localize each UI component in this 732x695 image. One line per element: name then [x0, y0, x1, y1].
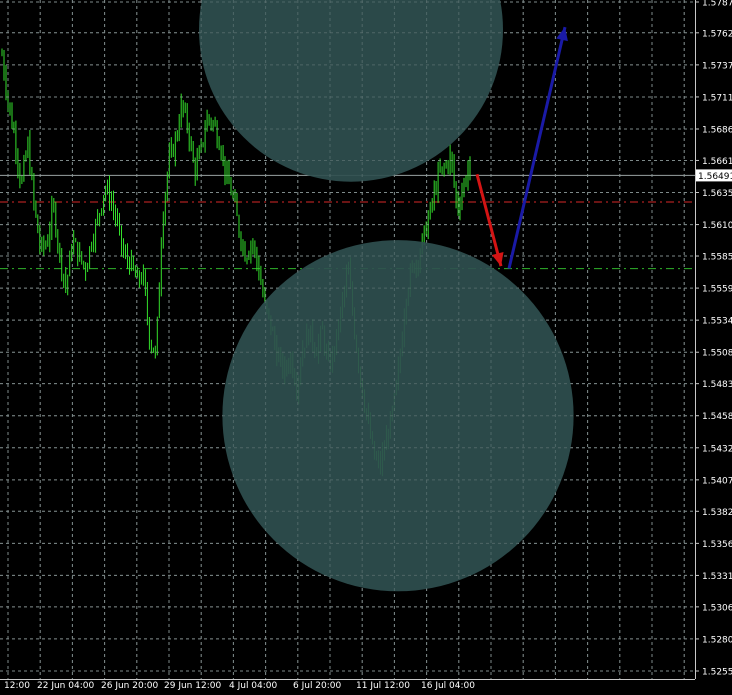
y-tick-label: 1.56355 — [702, 189, 732, 199]
x-tick-label: 16 Jul 04:00 — [421, 681, 475, 691]
y-tick-label: 1.53820 — [702, 508, 732, 518]
y-tick-label: 1.55085 — [702, 349, 732, 359]
y-tick-label: 1.54070 — [702, 476, 732, 486]
x-tick-label: 4 Jul 04:00 — [229, 681, 278, 691]
y-tick-label: 1.55595 — [702, 285, 732, 295]
y-tick-label: 1.57370 — [702, 61, 732, 71]
y-tick-label: 1.57115 — [702, 93, 732, 103]
y-tick-label: 1.53060 — [702, 603, 732, 613]
y-tick-label: 1.56100 — [702, 221, 732, 231]
x-tick-label: 12:00 — [4, 681, 30, 691]
y-tick-label: 1.52550 — [702, 668, 732, 678]
y-tick-label: 1.53310 — [702, 572, 732, 582]
y-tick-label: 1.54835 — [702, 380, 732, 390]
y-tick-label: 1.56860 — [702, 126, 732, 136]
x-tick-label: 29 Jun 12:00 — [164, 681, 221, 691]
y-tick-label: 1.54325 — [702, 444, 732, 454]
forex-price-chart: 1.5787 1.57625 1.57370 1.57115 1.56860 1.5661… — [0, 0, 732, 691]
y-tick-label: 1.52805 — [702, 635, 732, 645]
x-tick-label: 26 Jun 20:00 — [101, 681, 158, 691]
y-tick-label: 1.54580 — [702, 412, 732, 422]
x-tick-label: 22 Jun 04:00 — [37, 681, 94, 691]
y-tick-label: 1.57625 — [702, 29, 732, 39]
x-tick-label: 6 Jul 20:00 — [293, 681, 342, 691]
current-price-label: 1.56491 — [698, 172, 732, 182]
y-tick-label: 1.5787 — [702, 0, 732, 9]
y-tick-label: 1.55850 — [702, 253, 732, 263]
y-tick-label: 1.55340 — [702, 317, 732, 327]
y-tick-label: 1.53565 — [702, 540, 732, 550]
x-tick-label: 11 Jul 12:00 — [356, 681, 410, 691]
chart-canvas: 1.5787 1.57625 1.57370 1.57115 1.56860 1.5661… — [0, 0, 732, 691]
y-tick-label: 1.56610 — [702, 157, 732, 167]
